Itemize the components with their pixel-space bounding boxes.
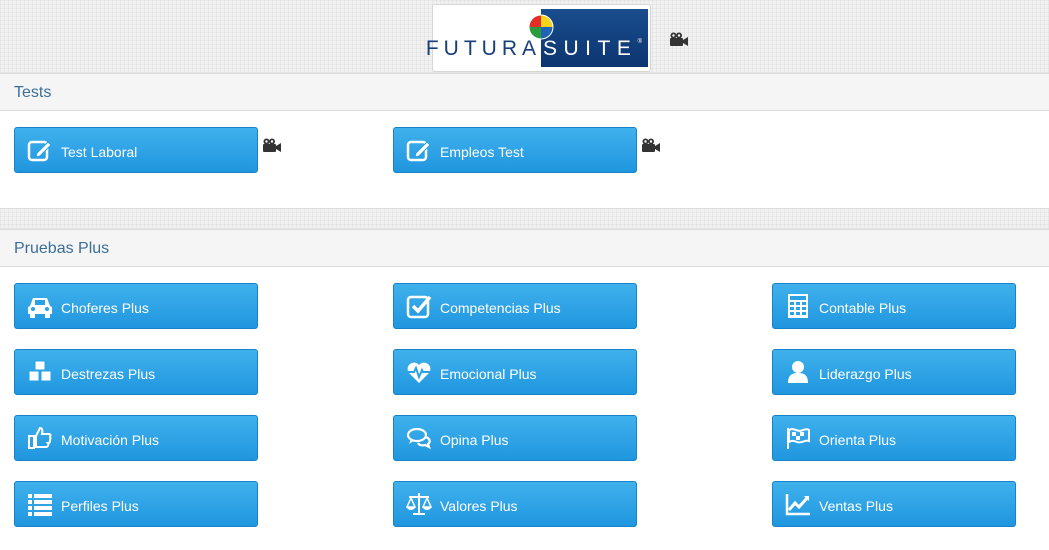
contable-plus-label: Contable Plus xyxy=(819,300,907,316)
edit-icon xyxy=(27,137,53,163)
pruebas-plus-panel-title: Pruebas Plus xyxy=(0,230,1049,267)
orienta-plus-button[interactable]: Orienta Plus xyxy=(772,415,1016,461)
ventas-plus-label: Ventas Plus xyxy=(819,498,893,514)
logo-left: FUTURA xyxy=(426,9,541,67)
empleos-test-label: Empleos Test xyxy=(440,144,524,160)
balance-scale-icon xyxy=(406,491,432,517)
motivacion-plus-label: Motivación Plus xyxy=(61,432,160,448)
destrezas-plus-button[interactable]: Destrezas Plus xyxy=(14,349,258,395)
test-laboral-button[interactable]: Test Laboral xyxy=(14,127,258,173)
cubes-icon xyxy=(27,359,53,385)
user-icon xyxy=(785,359,811,385)
globe-icon xyxy=(528,14,554,40)
perfiles-plus-button[interactable]: Perfiles Plus xyxy=(14,481,258,527)
logo-registered-mark: ® xyxy=(637,39,642,45)
car-icon xyxy=(27,293,53,319)
logo-text-futura: FUTURA xyxy=(425,37,541,60)
logo-text-suite: SUITE xyxy=(543,37,638,60)
emocional-plus-button[interactable]: Emocional Plus xyxy=(393,349,637,395)
thumbs-up-icon xyxy=(27,425,53,451)
empleos-test-button[interactable]: Empleos Test xyxy=(393,127,637,173)
motivacion-plus-button[interactable]: Motivación Plus xyxy=(14,415,258,461)
futurasuite-logo: FUTURA SUITE ® xyxy=(426,4,651,72)
heartbeat-icon xyxy=(406,359,432,385)
list-icon xyxy=(27,491,53,517)
ventas-plus-button[interactable]: Ventas Plus xyxy=(772,481,1016,527)
flag-icon xyxy=(785,425,811,451)
choferes-plus-label: Choferes Plus xyxy=(61,300,149,316)
competencias-plus-button[interactable]: Competencias Plus xyxy=(393,283,637,329)
edit-icon xyxy=(406,137,432,163)
valores-plus-label: Valores Plus xyxy=(440,498,518,514)
test-laboral-label: Test Laboral xyxy=(61,144,138,160)
valores-plus-button[interactable]: Valores Plus xyxy=(393,481,637,527)
destrezas-plus-label: Destrezas Plus xyxy=(61,366,156,382)
emocional-plus-label: Emocional Plus xyxy=(440,366,537,382)
comments-icon xyxy=(406,425,432,451)
logo-right: SUITE ® xyxy=(541,9,648,67)
video-camera-icon[interactable] xyxy=(262,138,282,152)
video-camera-icon[interactable] xyxy=(641,138,661,152)
line-chart-icon xyxy=(785,491,811,517)
video-camera-icon[interactable] xyxy=(669,32,689,46)
tests-panel-title: Tests xyxy=(0,74,1049,111)
choferes-plus-button[interactable]: Choferes Plus xyxy=(14,283,258,329)
check-square-icon xyxy=(406,293,432,319)
liderazgo-plus-label: Liderazgo Plus xyxy=(819,366,912,382)
perfiles-plus-label: Perfiles Plus xyxy=(61,498,139,514)
calculator-icon xyxy=(785,293,811,319)
competencias-plus-label: Competencias Plus xyxy=(440,300,561,316)
opina-plus-label: Opina Plus xyxy=(440,432,509,448)
liderazgo-plus-button[interactable]: Liderazgo Plus xyxy=(772,349,1016,395)
opina-plus-button[interactable]: Opina Plus xyxy=(393,415,637,461)
orienta-plus-label: Orienta Plus xyxy=(819,432,897,448)
contable-plus-button[interactable]: Contable Plus xyxy=(772,283,1016,329)
